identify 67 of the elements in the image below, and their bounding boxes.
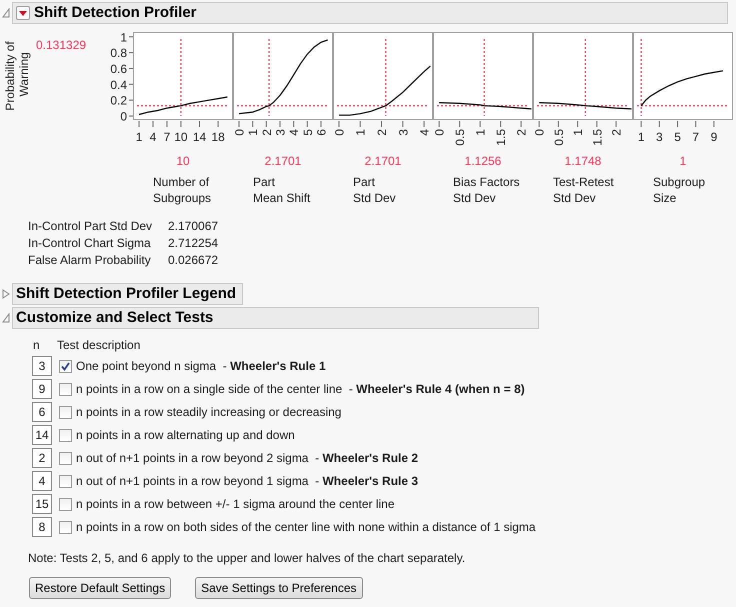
axis-tick-label: 1: [571, 129, 586, 136]
axis-tick-label: 4: [287, 129, 302, 136]
axis-tick-label: 4: [150, 130, 156, 144]
test-description: n points in a row between +/- 1 sigma around the center line: [76, 496, 395, 513]
axis-tick-label: 0.2: [110, 94, 127, 108]
axis-tick-label: 1.5: [590, 129, 604, 146]
note-text: Note: Tests 2, 5, and 6 apply to the upper and lower halves of the chart separately.: [28, 550, 466, 567]
axis-tick-label: 4: [418, 129, 432, 136]
section-title: Shift Detection Profiler Legend: [16, 284, 236, 304]
axis-tick-label: 9: [710, 130, 718, 144]
axis-tick-label: 2: [610, 129, 624, 136]
axis-tick-label: 3: [656, 130, 663, 144]
factor-label: Bias Factors Std Dev: [452, 174, 521, 206]
axis-tick-label: 0: [333, 129, 346, 136]
section-title: Shift Detection Profiler: [34, 2, 197, 23]
section-title: Customize and Select Tests: [16, 308, 214, 328]
test-description: n points in a row steadily increasing or decreasing: [76, 404, 342, 421]
axis-tick-label: 1.5: [494, 129, 508, 146]
axis-tick-label: 0: [120, 110, 127, 124]
factor-label: Subgroup Size: [652, 174, 706, 206]
axis-tick-label: 1: [638, 130, 645, 144]
test-description: n out of n+1 points in a row beyond 2 sigma - Wheeler's Rule 2: [76, 450, 418, 467]
column-header: Test description: [57, 338, 140, 353]
y-axis-title: Probability of Warning: [0, 32, 34, 120]
test-description: n points in a row on a single side of the center line - Wheeler's Rule 4 (when n = 8): [76, 381, 525, 398]
axis-tick-label: 0: [533, 129, 547, 136]
stat-value: 2.170067: [168, 218, 220, 235]
axis-tick-label: 5: [674, 130, 681, 144]
axis-tick-label: 1: [354, 129, 368, 136]
stat-label: False Alarm Probability: [28, 252, 152, 269]
stat-value: 2.712254: [168, 235, 220, 252]
test-description: n points in a row alternating up and down: [76, 427, 295, 444]
test-description: One point beyond n sigma - Wheeler's Rule 1: [76, 358, 326, 375]
axis-tick-label: 1: [120, 30, 127, 44]
stat-label: In-Control Part Std Dev: [28, 218, 154, 235]
factor-label: Test-Retest Std Dev: [552, 174, 615, 206]
axis-tick-label: 7: [164, 130, 170, 144]
stat-label: In-Control Chart Sigma: [28, 235, 152, 252]
axis-tick-label: 0: [433, 129, 447, 136]
axis-tick-label: 5: [300, 129, 315, 136]
axis-tick-label: 1: [136, 130, 142, 144]
stat-value: 0.026672: [168, 252, 220, 269]
axis-tick-label: 6: [314, 129, 328, 136]
test-description: n points in a row on both sides of the center line with none within a distance of 1 sigma: [76, 519, 536, 536]
axis-tick-label: 2: [260, 129, 274, 136]
axis-tick-label: 0.5: [552, 129, 566, 146]
axis-tick-label: 2: [375, 129, 389, 136]
axis-tick-label: 10: [174, 130, 188, 144]
factor-label: Number of Subgroups: [152, 174, 212, 206]
axis-tick-label: 0.4: [110, 78, 127, 92]
axis-tick-label: 0.6: [110, 62, 127, 76]
axis-tick-label: 2: [514, 129, 529, 136]
axis-tick-label: 3: [396, 129, 410, 136]
axis-tick-label: 7: [692, 130, 700, 144]
axis-tick-label: 0: [233, 129, 246, 136]
axis-tick-label: 14: [192, 130, 206, 144]
axis-tick-label: 0.8: [110, 46, 127, 60]
axis-tick-label: 1: [474, 129, 488, 136]
factor-label: Part Mean Shift: [252, 174, 312, 206]
column-header: n: [33, 338, 41, 353]
axis-tick-label: 3: [274, 129, 288, 136]
test-description: n out of n+1 points in a row beyond 1 sigma - Wheeler's Rule 3: [76, 473, 418, 490]
factor-label: Part Std Dev: [352, 174, 397, 206]
response-value: 0.131329: [36, 37, 86, 54]
axis-tick-label: 0.5: [453, 129, 468, 146]
axis-tick-label: 1: [246, 129, 260, 136]
axis-tick-label: 18: [211, 130, 225, 144]
